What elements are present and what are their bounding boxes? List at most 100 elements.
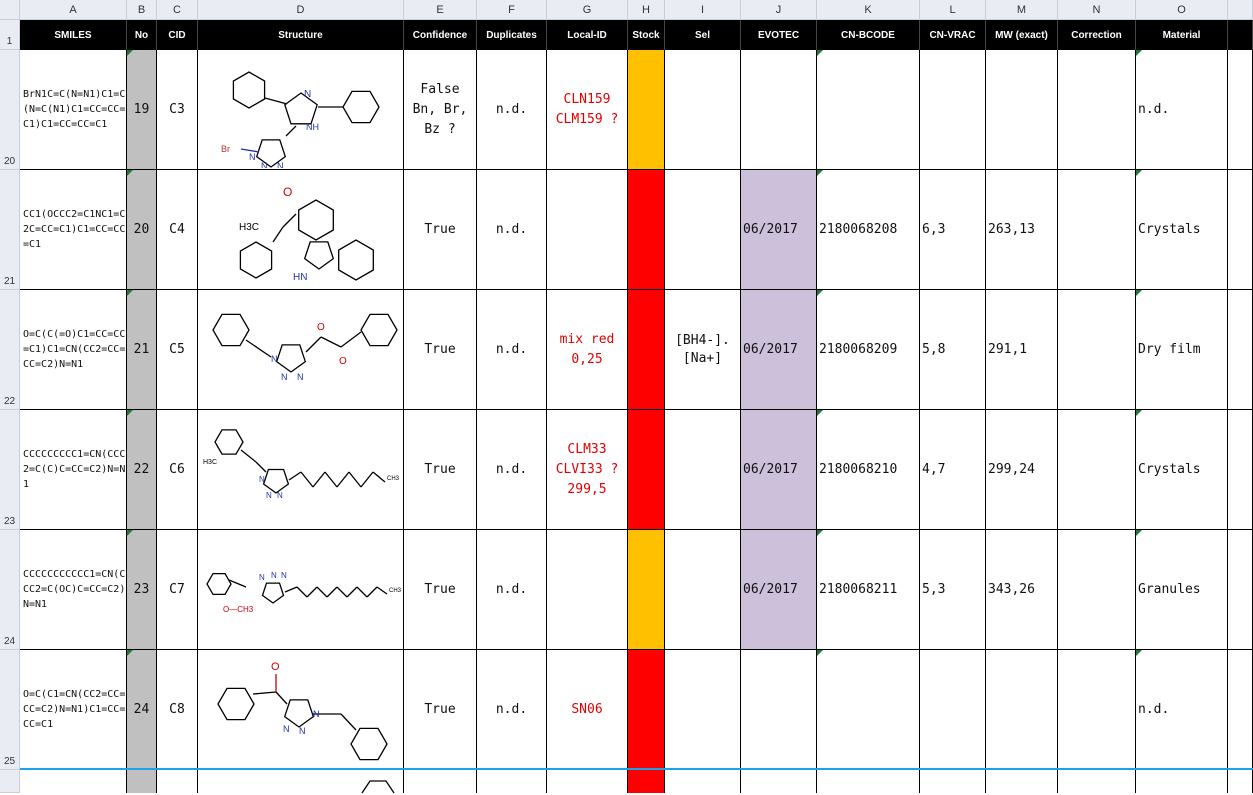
row-header-20[interactable]: 20 [0,50,20,170]
cell-sel[interactable] [665,170,741,290]
column-header-m[interactable]: M [986,0,1058,20]
cell-partial-e[interactable] [404,770,477,793]
header-cn-vrac[interactable]: CN-VRAC [920,20,986,50]
header-material[interactable]: Material [1136,20,1228,50]
cell-sel[interactable] [665,50,741,170]
cell-duplicates[interactable]: n.d. [477,290,547,410]
cell-sel[interactable] [665,530,741,650]
cell-cn-bcode[interactable]: 2180068211 [817,530,920,650]
cell-confidence[interactable]: True [404,170,477,290]
cell-partial-i[interactable] [665,770,741,793]
cell-stock[interactable] [628,170,665,290]
cell-mw[interactable] [986,50,1058,170]
column-header-e[interactable]: E [404,0,477,20]
cell-partial-f[interactable] [477,770,547,793]
cell-mw[interactable]: 291,1 [986,290,1058,410]
cell-mw[interactable]: 263,13 [986,170,1058,290]
cell-partial-l[interactable] [920,770,986,793]
cell-partial-b[interactable] [127,770,157,793]
column-header-n[interactable]: N [1058,0,1136,20]
cell-material[interactable]: n.d. [1136,650,1228,770]
cell-no[interactable]: 24 [127,650,157,770]
cell-smiles[interactable]: CCCCCCCCC1=CN(CCC2=C(C)C=CC=C2)N=N1 [20,410,127,530]
cell-correction[interactable] [1058,650,1136,770]
cell-duplicates[interactable]: n.d. [477,410,547,530]
cell-no[interactable]: 20 [127,170,157,290]
cell-local-id[interactable] [547,170,628,290]
cell-correction[interactable] [1058,290,1136,410]
column-header-a[interactable]: A [20,0,127,20]
column-header-f[interactable]: F [477,0,547,20]
header-smiles[interactable]: SMILES [20,20,127,50]
header-cn-bcode[interactable]: CN-BCODE [817,20,920,50]
cell-local-id[interactable] [547,530,628,650]
cell-mw[interactable]: 343,26 [986,530,1058,650]
cell-extra[interactable] [1228,650,1253,770]
header-duplicates[interactable]: Duplicates [477,20,547,50]
column-header-p[interactable] [1228,0,1253,20]
cell-stock[interactable] [628,530,665,650]
cell-confidence[interactable]: True [404,530,477,650]
cell-sel[interactable] [665,410,741,530]
cell-cn-bcode[interactable] [817,650,920,770]
cell-partial-a[interactable] [20,770,127,793]
cell-extra[interactable] [1228,50,1253,170]
cell-no[interactable]: 21 [127,290,157,410]
cell-cid[interactable]: C6 [157,410,198,530]
cell-structure[interactable]: O H3C HN [198,170,404,290]
cell-evotec[interactable]: 06/2017 [741,410,817,530]
cell-partial-o[interactable] [1136,770,1228,793]
cell-material[interactable]: n.d. [1136,50,1228,170]
cell-no[interactable]: 19 [127,50,157,170]
cell-sel[interactable] [665,650,741,770]
column-header-b[interactable]: B [127,0,157,20]
cell-mw[interactable]: 299,24 [986,410,1058,530]
cell-correction[interactable] [1058,410,1136,530]
cell-partial-n[interactable] [1058,770,1136,793]
row-header-26[interactable] [0,770,20,793]
cell-smiles[interactable]: O=C(C1=CN(CC2=CC=CC=C2)N=N1)C1=CC=CC=C1 [20,650,127,770]
cell-cid[interactable]: C8 [157,650,198,770]
cell-local-id[interactable]: CLN159 CLM159 ? [547,50,628,170]
spreadsheet-grid[interactable]: A B C D E F G H I J K L M N O 1 20 21 22 23 24 25 SMILES No CID S… [0,0,1253,794]
cell-cn-vrac[interactable]: 5,8 [920,290,986,410]
column-header-j[interactable]: J [741,0,817,20]
row-header-23[interactable]: 23 [0,410,20,530]
cell-stock[interactable] [628,290,665,410]
cell-partial-extra[interactable] [1228,770,1253,793]
cell-partial-j[interactable] [741,770,817,793]
cell-local-id[interactable]: SN06 [547,650,628,770]
cell-structure[interactable]: N NH Br N N N [198,50,404,170]
cell-cn-bcode[interactable]: 2180068208 [817,170,920,290]
column-header-o[interactable]: O [1136,0,1228,20]
cell-confidence[interactable]: True [404,410,477,530]
cell-partial-c[interactable] [157,770,198,793]
cell-cn-vrac[interactable]: 4,7 [920,410,986,530]
cell-partial-g[interactable] [547,770,628,793]
cell-cn-bcode[interactable] [817,50,920,170]
cell-material[interactable]: Dry film [1136,290,1228,410]
row-header-21[interactable]: 21 [0,170,20,290]
cell-smiles[interactable]: O=C(C(=O)C1=CC=CC=C1)C1=CN(CC2=CC=CC=C2)… [20,290,127,410]
row-header-25[interactable]: 25 [0,650,20,770]
cell-duplicates[interactable]: n.d. [477,50,547,170]
row-header-1[interactable]: 1 [0,20,20,50]
cell-extra[interactable] [1228,530,1253,650]
cell-cn-bcode[interactable]: 2180068209 [817,290,920,410]
cell-stock[interactable] [628,650,665,770]
header-sel[interactable]: Sel [665,20,741,50]
cell-local-id[interactable]: mix red 0,25 [547,290,628,410]
column-header-h[interactable]: H [628,0,665,20]
column-header-k[interactable]: K [817,0,920,20]
column-header-i[interactable]: I [665,0,741,20]
column-header-d[interactable]: D [198,0,404,20]
cell-partial-m[interactable] [986,770,1058,793]
header-extra[interactable] [1228,20,1253,50]
header-cid[interactable]: CID [157,20,198,50]
header-no[interactable]: No [127,20,157,50]
cell-evotec[interactable] [741,50,817,170]
cell-stock[interactable] [628,410,665,530]
cell-duplicates[interactable]: n.d. [477,650,547,770]
cell-confidence[interactable]: True [404,650,477,770]
cell-cid[interactable]: C5 [157,290,198,410]
